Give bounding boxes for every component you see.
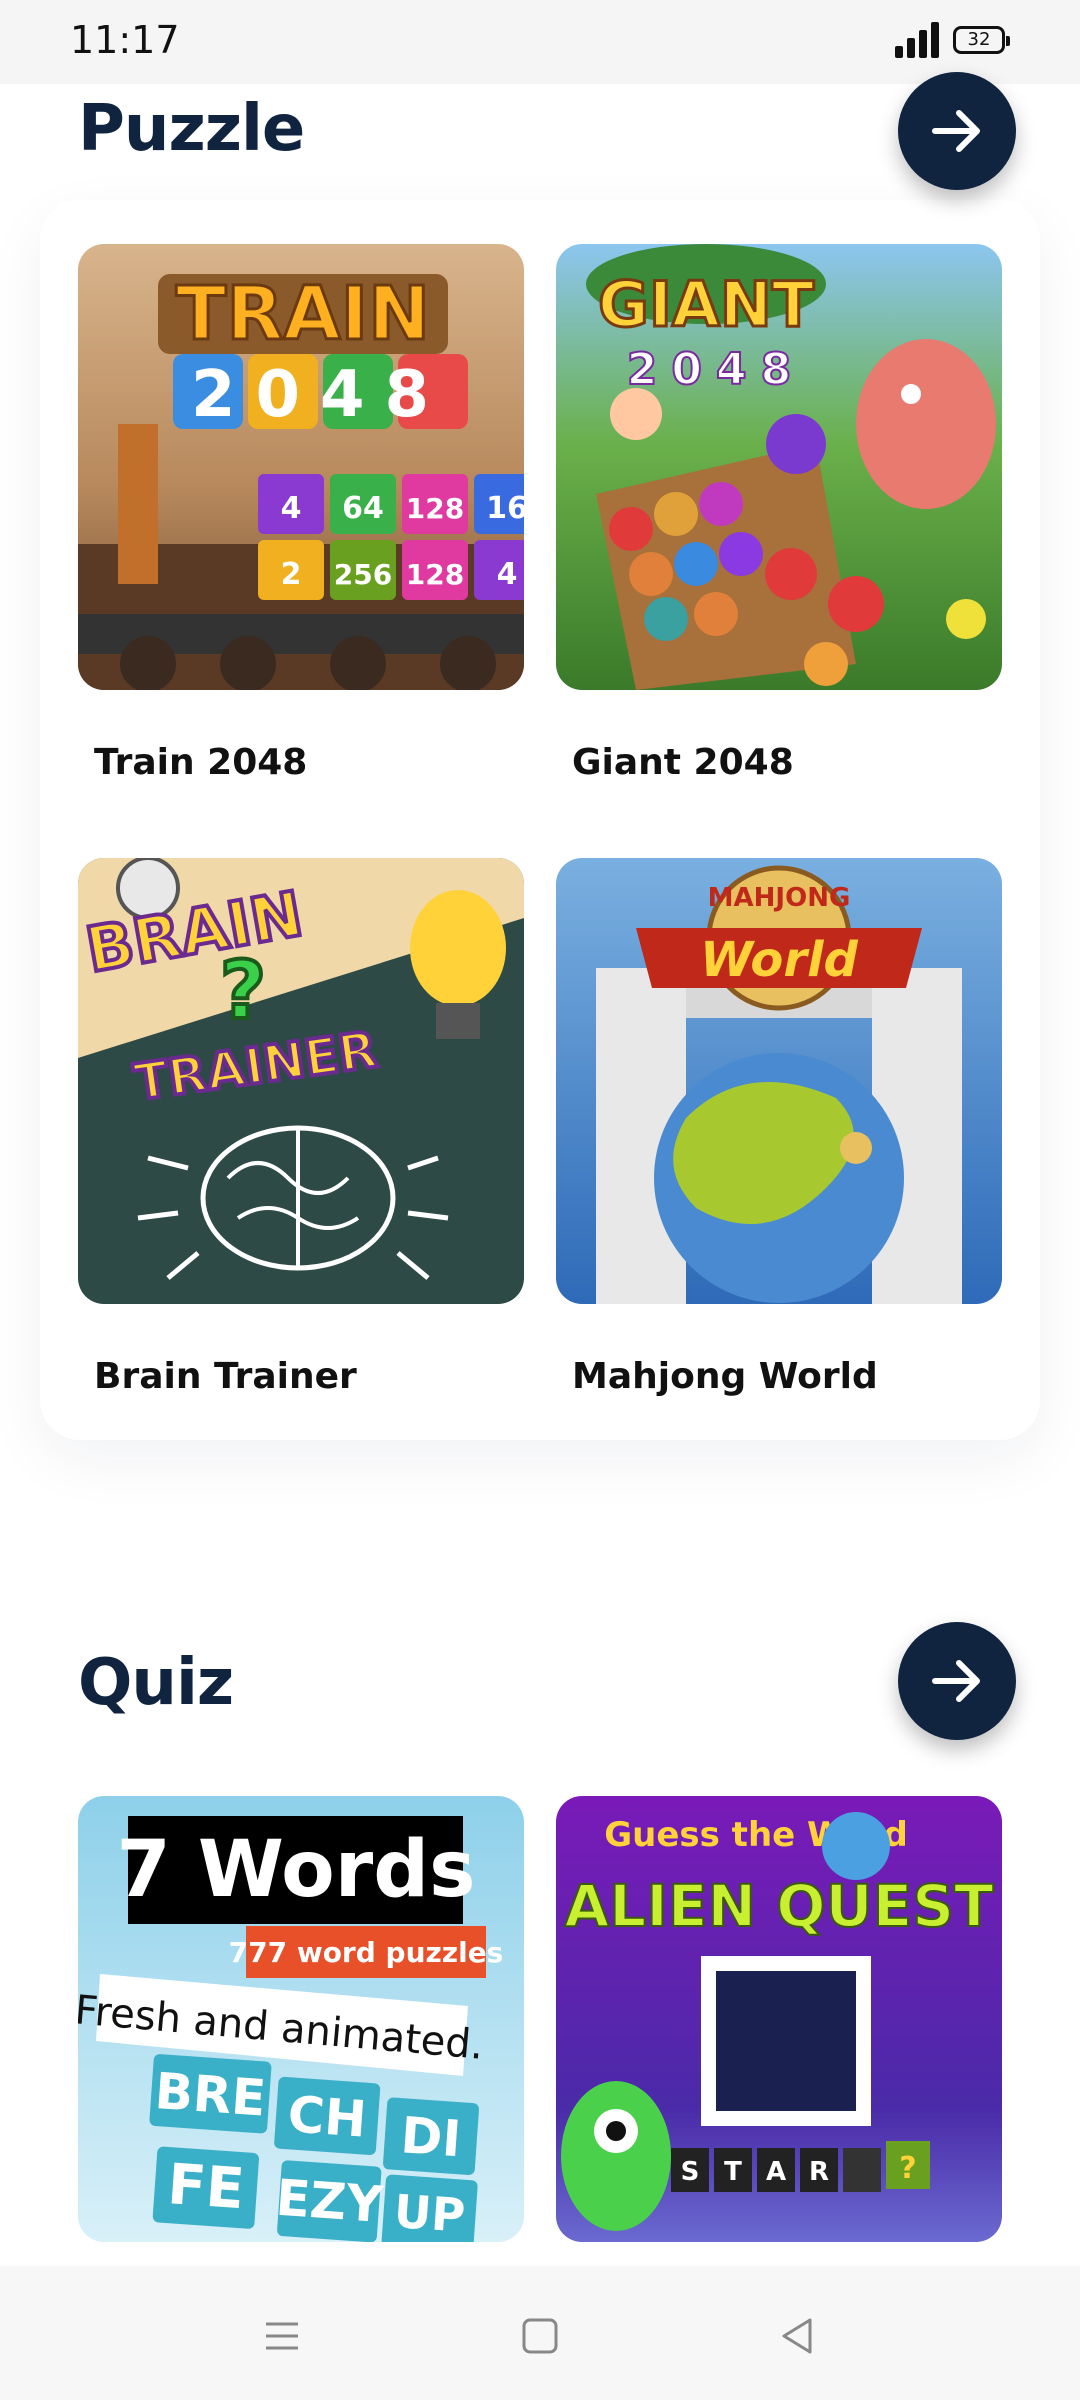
battery-level: 32 <box>967 29 991 50</box>
home-button[interactable] <box>500 2296 580 2376</box>
train-2048-tile: 4 <box>497 557 518 592</box>
system-nav-bar <box>0 2266 1080 2400</box>
menu-button[interactable] <box>242 2296 322 2376</box>
train-2048-card-image[interactable]: TRAIN 2048 4 64 128 16 2 256 128 4 <box>78 244 524 690</box>
train-2048-tile: 16 <box>486 491 524 526</box>
arrow-right-icon <box>932 110 980 152</box>
brain-trainer-art-line2: ? <box>220 944 266 1037</box>
puzzle-section-title: Puzzle <box>78 92 305 166</box>
alien-quest-letter: A <box>766 2157 786 2187</box>
7-words-tile: CH <box>286 2085 368 2148</box>
alien-quest-letter: S <box>681 2157 700 2187</box>
alien-quest-art-line2: ALIEN QUEST <box>564 1872 994 1940</box>
status-bar: 11:17 32 <box>0 0 1080 84</box>
7-words-art-title: 7 Words <box>117 1825 476 1915</box>
alien-quest-letter: R <box>809 2157 829 2187</box>
card-title[interactable]: Train 2048 <box>94 742 307 783</box>
7-words-tile: BRE <box>153 2062 268 2128</box>
card-title[interactable]: Mahjong World <box>572 1356 878 1397</box>
status-time: 11:17 <box>70 18 180 62</box>
puzzle-see-all-button[interactable] <box>898 72 1016 190</box>
alien-quest-card-image[interactable]: Guess the Word ALIEN QUEST ? S T A R <box>556 1796 1002 2242</box>
mahjong-world-card-image[interactable]: MAHJONG World <box>556 858 1002 1304</box>
svg-text:?: ? <box>899 2151 916 2186</box>
7-words-tile: UP <box>392 2184 467 2242</box>
7-words-art-sub: 777 word puzzles <box>229 1936 504 1969</box>
7-words-tile: EZY <box>274 2169 385 2234</box>
arrow-right-icon <box>932 1660 980 1702</box>
giant-2048-card-image[interactable]: GIANT 2048 <box>556 244 1002 690</box>
card-title[interactable]: Brain Trainer <box>94 1356 357 1397</box>
home-square-icon <box>522 2318 558 2354</box>
alien-quest-letter: T <box>724 2157 742 2187</box>
mahjong-world-art-line1: MAHJONG <box>708 883 851 913</box>
7-words-tile: FE <box>165 2152 246 2222</box>
7-words-tile: DI <box>399 2106 463 2168</box>
giant-2048-art-line2: 2048 <box>627 344 805 395</box>
train-2048-tile: 4 <box>281 491 302 526</box>
back-triangle-icon <box>782 2318 812 2354</box>
mahjong-world-art-line2: World <box>700 932 858 988</box>
7-words-card-image[interactable]: 7 Words 777 word puzzles Fresh and anima… <box>78 1796 524 2242</box>
brain-trainer-card-image[interactable]: BRAIN ? TRAINER <box>78 858 524 1304</box>
train-2048-art-line2: 2048 <box>191 358 449 432</box>
quiz-section-title: Quiz <box>78 1646 234 1720</box>
giant-2048-art-line1: GIANT <box>598 268 814 341</box>
back-button[interactable] <box>758 2296 838 2376</box>
train-2048-tile: 64 <box>342 491 384 526</box>
train-2048-tile: 256 <box>334 558 392 591</box>
signal-icon <box>895 22 941 58</box>
train-2048-art-line1: TRAIN <box>176 271 430 357</box>
menu-icon <box>266 2322 298 2350</box>
train-2048-tile: 128 <box>406 558 464 591</box>
train-2048-tile: 2 <box>281 557 302 592</box>
train-2048-tile: 128 <box>406 492 464 525</box>
battery-icon: 32 <box>953 26 1010 54</box>
card-title[interactable]: Giant 2048 <box>572 742 794 783</box>
quiz-see-all-button[interactable] <box>898 1622 1016 1740</box>
